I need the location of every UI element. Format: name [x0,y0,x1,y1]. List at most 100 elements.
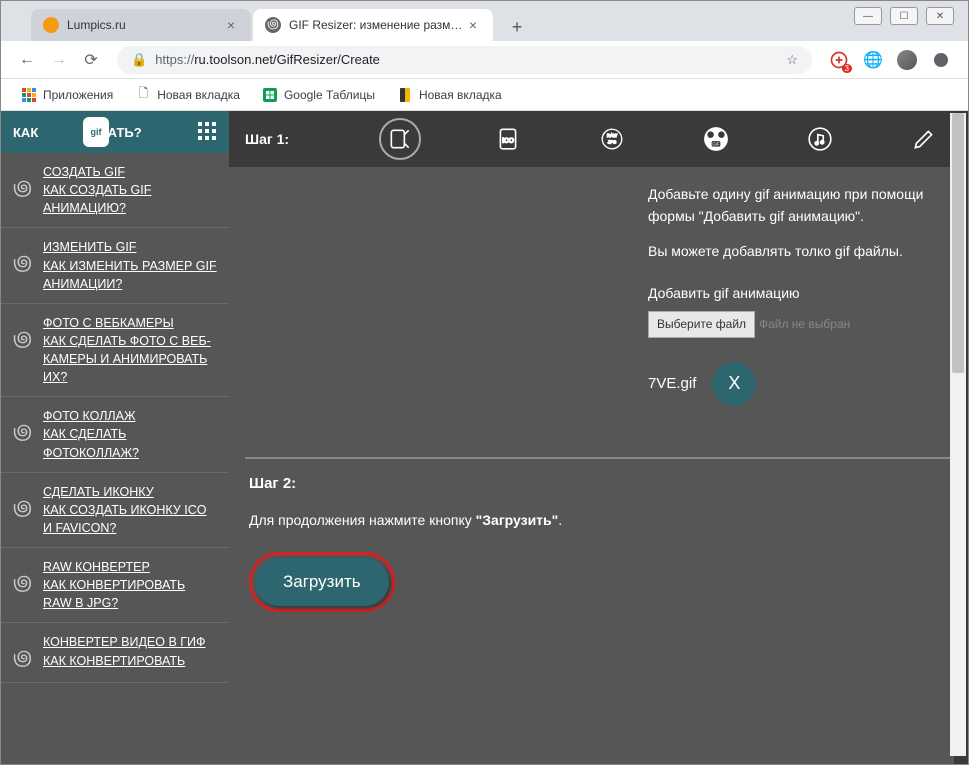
sidebar-link-title[interactable]: СОЗДАТЬ GIF [43,163,217,181]
sidebar-links: ИЗМЕНИТЬ GIF КАК ИЗМЕНИТЬ РАЗМЕР GIF АНИ… [43,238,217,292]
new-tab-button[interactable]: + [503,13,531,41]
remove-file-button[interactable]: X [712,362,756,406]
browser-tabbar: Lumpics.ru × ౷ GIF Resizer: изменение ра… [1,1,968,41]
close-window-button[interactable]: ✕ [926,7,954,25]
extension-icon[interactable]: 3 [828,49,850,71]
tab-favicon-icon [43,17,59,33]
step1-section: Добавьте одину gif анимацию при помощи ф… [229,167,968,457]
bookmark-star-icon[interactable]: ☆ [786,52,798,68]
step2-desc-pre: Для продолжения нажмите кнопку [249,512,476,528]
bookmark-label: Новая вкладка [157,88,240,102]
file-status-label: Файл не выбран [759,317,850,331]
step2-section: Шаг 2: Для продолжения нажмите кнопку "З… [245,457,952,628]
tab-gif-resizer[interactable]: ౷ GIF Resizer: изменение размера × [253,9,493,41]
sidebar-link-title[interactable]: КОНВЕРТЕР ВИДЕО В ГИФ [43,633,217,651]
raw-jpg-tool-icon[interactable]: RAWJPG [595,122,629,156]
spiral-icon: ౷ [13,421,33,446]
sidebar-item[interactable]: ౷ СОЗДАТЬ GIF КАК СОЗДАТЬ GIF АНИМАЦИЮ? [1,153,229,228]
bookmark-newtab2[interactable]: Новая вкладка [389,83,510,107]
translate-icon[interactable]: 🌐 [862,49,884,71]
minimize-button[interactable]: — [854,7,882,25]
step2-desc-bold: "Загрузить" [476,512,559,528]
ico-tool-icon[interactable]: ICO [491,122,525,156]
sidebar-header[interactable]: КАК gif ЗДАТЬ? [1,111,229,153]
sidebar-item[interactable]: ౷ ФОТО С ВЕБКАМЕРЫ КАК СДЕЛАТЬ ФОТО С ВЕ… [1,304,229,398]
file-row: 7VE.gif X [648,362,948,406]
page-scrollbar[interactable] [950,113,966,756]
sidebar-links: СОЗДАТЬ GIF КАК СОЗДАТЬ GIF АНИМАЦИЮ? [43,163,217,217]
bookmark-sheets[interactable]: Google Таблицы [254,83,383,107]
sidebar-link-sub[interactable]: КАК КОНВЕРТИРОВАТЬ RAW В JPG? [43,576,217,612]
instruction-line2: Вы можете добавлять толко gif файлы. [648,240,948,262]
sidebar-link-title[interactable]: СДЕЛАТЬ ИКОНКУ [43,483,217,501]
sidebar-link-title[interactable]: ФОТО КОЛЛАЖ [43,407,217,425]
profile-avatar[interactable] [896,49,918,71]
spiral-icon: ౷ [13,252,33,277]
bookmark-newtab1[interactable]: 🗋 Новая вкладка [127,83,248,107]
edit-tool-icon[interactable] [907,122,941,156]
gif-logo-icon: gif [79,115,113,152]
reload-button[interactable]: ⟳ [77,46,105,74]
resize-tool-icon[interactable] [379,118,421,160]
spiral-icon: ౷ [13,497,33,522]
sidebar-item[interactable]: ౷ RAW КОНВЕРТЕР КАК КОНВЕРТИРОВАТЬ RAW В… [1,548,229,623]
sidebar-link-title[interactable]: ФОТО С ВЕБКАМЕРЫ [43,314,217,332]
sidebar-item[interactable]: ౷ КОНВЕРТЕР ВИДЕО В ГИФ КАК КОНВЕРТИРОВА… [1,623,229,683]
sheets-icon [262,87,278,103]
forward-button[interactable]: → [45,46,73,74]
sidebar-links: СДЕЛАТЬ ИКОНКУ КАК СОЗДАТЬ ИКОНКУ ICO И … [43,483,217,537]
step1-label-toolbar: Шаг 1: [245,131,289,147]
tab-title: GIF Resizer: изменение размера [289,18,465,32]
tab-close-button[interactable]: × [465,17,481,33]
back-button[interactable]: ← [13,46,41,74]
upload-label: Добавить gif анимацию [648,282,948,304]
svg-text:ICO: ICO [502,137,514,144]
page-icon: 🗋 [135,87,151,103]
page-content: КАК gif ЗДАТЬ? ౷ СОЗДАТЬ GIF КАК СОЗДАТЬ… [1,111,968,764]
preview-area [249,183,648,441]
sidebar-links: ФОТО С ВЕБКАМЕРЫ КАК СДЕЛАТЬ ФОТО С ВЕБ-… [43,314,217,387]
instruction-line1: Добавьте одину gif анимацию при помощи ф… [648,183,948,228]
tab-close-button[interactable]: × [223,17,239,33]
maximize-button[interactable]: ☐ [890,7,918,25]
lock-icon: 🔒 [131,52,147,68]
sidebar-link-title[interactable]: ИЗМЕНИТЬ GIF [43,238,217,256]
scrollbar-thumb[interactable] [952,113,964,373]
sidebar-item[interactable]: ౷ СДЕЛАТЬ ИКОНКУ КАК СОЗДАТЬ ИКОНКУ ICO … [1,473,229,548]
sidebar-link-sub[interactable]: КАК КОНВЕРТИРОВАТЬ [43,652,217,670]
bookmark-label: Google Таблицы [284,88,375,102]
extension-badge: 3 [842,64,852,73]
grid-icon[interactable] [197,121,217,144]
bookmark-apps[interactable]: Приложения [13,83,121,107]
instructions-panel: Добавьте одину gif анимацию при помощи ф… [648,183,948,441]
tab-lumpics[interactable]: Lumpics.ru × [31,9,251,41]
window-controls: — ☐ ✕ [854,7,954,25]
spiral-icon: ౷ [13,647,33,672]
bookmarks-bar: Приложения 🗋 Новая вкладка Google Таблиц… [1,79,968,111]
svg-text:GIF: GIF [712,142,720,147]
music-tool-icon[interactable] [803,122,837,156]
address-bar-row: ← → ⟳ 🔒 https://ru.toolson.net/GifResize… [1,41,968,79]
sidebar-item[interactable]: ౷ ФОТО КОЛЛАЖ КАК СДЕЛАТЬ ФОТОКОЛЛАЖ? [1,397,229,472]
bookmark-label: Новая вкладка [419,88,502,102]
sidebar-item[interactable]: ౷ ИЗМЕНИТЬ GIF КАК ИЗМЕНИТЬ РАЗМЕР GIF А… [1,228,229,303]
sidebar-link-sub[interactable]: КАК СОЗДАТЬ ИКОНКУ ICO И FAVICON? [43,501,217,537]
tool-toolbar: Шаг 1: ICO RAWJPG GIF [229,111,968,167]
upload-button[interactable]: Загрузить [255,558,389,606]
content-area: Добавьте одину gif анимацию при помощи ф… [229,167,968,628]
sidebar-link-sub[interactable]: КАК СОЗДАТЬ GIF АНИМАЦИЮ? [43,181,217,217]
address-bar[interactable]: 🔒 https://ru.toolson.net/GifResizer/Crea… [117,46,812,74]
menu-button[interactable] [930,49,952,71]
sidebar-link-sub[interactable]: КАК СДЕЛАТЬ ФОТО С ВЕБ-КАМЕРЫ И АНИМИРОВ… [43,332,217,386]
choose-file-button[interactable]: Выберите файл [648,311,755,338]
sidebar-link-sub[interactable]: КАК ИЗМЕНИТЬ РАЗМЕР GIF АНИМАЦИИ? [43,257,217,293]
sidebar-link-sub[interactable]: КАК СДЕЛАТЬ ФОТОКОЛЛАЖ? [43,425,217,461]
sidebar-link-title[interactable]: RAW КОНВЕРТЕР [43,558,217,576]
step2-description: Для продолжения нажмите кнопку "Загрузит… [249,512,948,528]
sidebar-links: ФОТО КОЛЛАЖ КАК СДЕЛАТЬ ФОТОКОЛЛАЖ? [43,407,217,461]
file-name-label: 7VE.gif [648,372,696,396]
svg-text:gif: gif [91,127,103,137]
apps-icon [21,87,37,103]
tab-favicon-icon: ౷ [265,17,281,33]
video-gif-tool-icon[interactable]: GIF [699,122,733,156]
